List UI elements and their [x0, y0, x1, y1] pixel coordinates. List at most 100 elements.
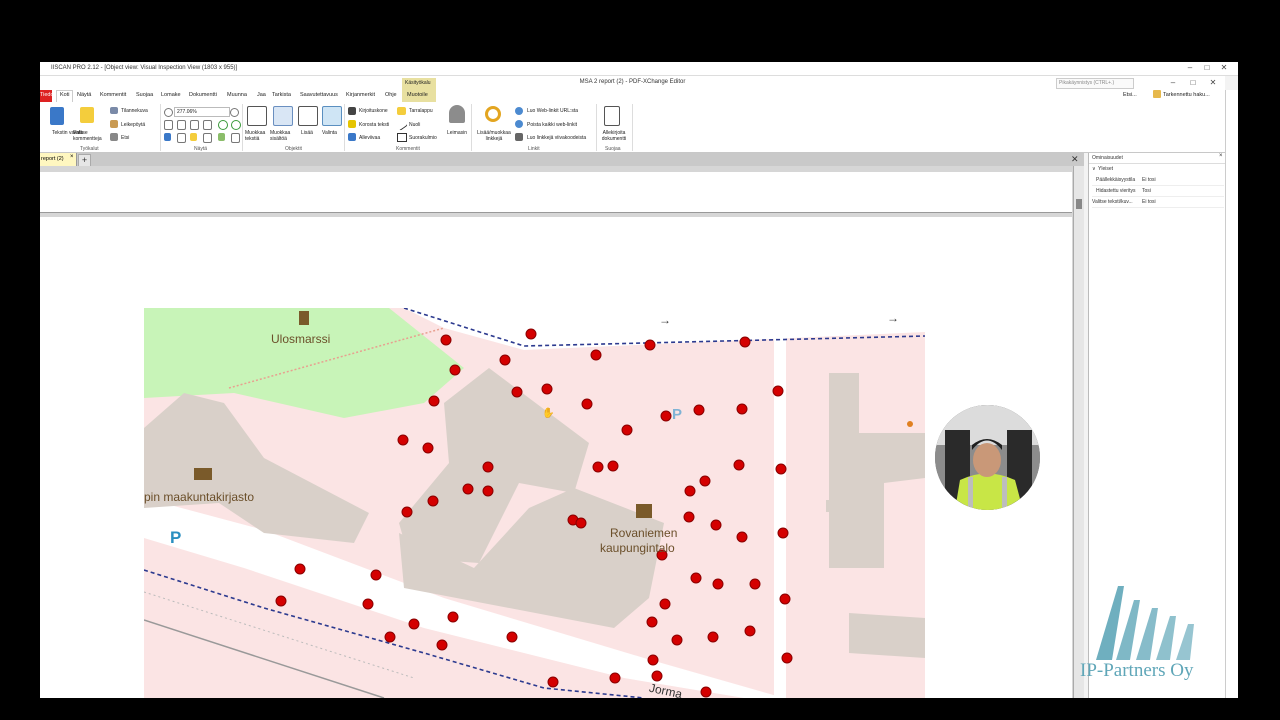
close-icon[interactable]: ✕: [1206, 78, 1220, 88]
select-object-icon[interactable]: [322, 106, 342, 126]
menu-view[interactable]: Näytä: [77, 92, 91, 98]
maximize-icon[interactable]: □: [1200, 63, 1214, 73]
bookmark-icon[interactable]: [164, 133, 171, 141]
menu-convert[interactable]: Muunna: [227, 92, 247, 98]
find-label[interactable]: Etsi: [121, 135, 129, 141]
camera-icon[interactable]: [110, 107, 118, 114]
menu-comments[interactable]: Kommentit: [100, 92, 126, 98]
close-document-icon[interactable]: ✕: [1071, 154, 1079, 165]
marker: [447, 611, 459, 623]
marker: [710, 519, 722, 531]
typewriter-icon[interactable]: [348, 107, 356, 115]
marker: [427, 495, 439, 507]
edit-content-icon[interactable]: [273, 106, 293, 126]
rectangle-label[interactable]: Suorakulmio: [409, 135, 437, 141]
property-row[interactable]: Päällekkäisyystila Ei tosi: [1092, 175, 1224, 186]
sticky-note-label[interactable]: Tarralappu: [409, 108, 433, 114]
advanced-search-link[interactable]: Tarkennettu haku...: [1163, 92, 1210, 98]
marker: [659, 598, 671, 610]
arrow-label[interactable]: Nuoli: [409, 122, 420, 128]
select-object-label[interactable]: Valinta: [322, 130, 337, 136]
menu-form[interactable]: Lomake: [161, 92, 181, 98]
typewriter-label[interactable]: Kirjoituskone: [359, 108, 388, 114]
edit-text-icon[interactable]: [247, 106, 267, 126]
find-icon[interactable]: [110, 133, 118, 141]
marker: [294, 563, 306, 575]
attachments-icon[interactable]: [218, 133, 225, 141]
property-label: Valitse teksti/kuv...: [1092, 199, 1133, 205]
property-row[interactable]: Hidastettu vieritys Tosi: [1092, 186, 1224, 197]
tab-close-icon[interactable]: ×: [70, 154, 74, 160]
marker: [499, 354, 511, 366]
add-label[interactable]: Lisää: [301, 130, 313, 136]
fit-width-icon[interactable]: [177, 120, 186, 130]
map-image[interactable]: → → Ulosmarssi pin maakuntakirjasto Rova…: [144, 308, 925, 698]
close-icon[interactable]: ✕: [1217, 63, 1231, 73]
remove-web-links-label[interactable]: Poista kaikki web-linkit: [527, 122, 577, 128]
zoom-in-icon[interactable]: [230, 108, 239, 117]
properties-icon[interactable]: [231, 133, 240, 143]
find-link[interactable]: Etsi...: [1123, 92, 1137, 98]
remove-link-icon[interactable]: [515, 120, 523, 128]
link-icon[interactable]: [485, 106, 501, 122]
group-comments-label: Kommentit: [396, 146, 420, 152]
clipboard-label[interactable]: Leikepöytä: [121, 122, 145, 128]
menu-help[interactable]: Ohje: [385, 92, 397, 98]
create-links-barcodes-label[interactable]: Luo linkkejä viivakoodeista: [527, 135, 586, 141]
stamp-label[interactable]: Leimasin: [447, 130, 467, 136]
create-web-links-label[interactable]: Luo Web-linkit URL:sta: [527, 108, 578, 114]
text-select-icon[interactable]: [50, 107, 64, 125]
marker: [449, 364, 461, 376]
sticky-note-icon[interactable]: [397, 107, 406, 115]
building: [826, 500, 842, 512]
webcam-person-image: [935, 405, 1040, 510]
layers-icon[interactable]: [203, 133, 212, 143]
actual-size-icon[interactable]: [190, 120, 199, 130]
comment-icon[interactable]: [190, 133, 197, 141]
rotate-left-icon[interactable]: [218, 120, 228, 130]
menu-share[interactable]: Jaa: [257, 92, 266, 98]
zoom-out-icon[interactable]: [164, 108, 173, 117]
menu-format[interactable]: Muotoile: [407, 92, 428, 98]
underline-label[interactable]: Alleviivaa: [359, 135, 380, 141]
panel-close-icon[interactable]: ×: [1219, 153, 1223, 159]
highlight-label[interactable]: Korosta teksti: [359, 122, 389, 128]
edit-text-label[interactable]: Muokkaa tekstiä: [245, 130, 271, 142]
property-row[interactable]: Valitse teksti/kuv... Ei tosi: [1092, 197, 1224, 208]
web-link-icon[interactable]: [515, 107, 523, 115]
highlight-icon[interactable]: [348, 120, 356, 128]
add-edit-links-label[interactable]: Lisää/muokkaa linkkejä: [474, 130, 514, 142]
maximize-icon[interactable]: □: [1186, 78, 1200, 88]
underline-icon[interactable]: [348, 133, 356, 141]
arrow-icon[interactable]: [395, 118, 408, 131]
sign-document-label[interactable]: Allekirjoita dokumentti: [598, 130, 630, 142]
comment-select-icon[interactable]: [80, 107, 94, 123]
menu-file[interactable]: Tiedosto: [40, 90, 52, 102]
minimize-icon[interactable]: –: [1166, 78, 1180, 88]
snapshot-label[interactable]: Tilannekuva: [121, 108, 148, 114]
thumbnails-icon[interactable]: [177, 133, 186, 143]
clipboard-icon[interactable]: [110, 120, 118, 128]
sign-document-icon[interactable]: [604, 106, 620, 126]
scrollbar-thumb[interactable]: [1076, 199, 1082, 209]
rectangle-icon[interactable]: [397, 133, 407, 142]
fit-page-icon[interactable]: [164, 120, 173, 130]
menu-bookmarks[interactable]: Kirjanmerkit: [346, 92, 375, 98]
menu-accessibility[interactable]: Saavutettavuus: [300, 92, 338, 98]
minimize-icon[interactable]: –: [1183, 63, 1197, 73]
rotate-right-icon[interactable]: [231, 120, 241, 130]
menu-protect[interactable]: Suojaa: [136, 92, 153, 98]
chevron-down-icon[interactable]: ∨: [1092, 166, 1096, 172]
quick-launch-search[interactable]: Pikakäynnistys (CTRL+.): [1056, 78, 1134, 89]
stamp-icon[interactable]: [449, 105, 465, 123]
menu-review[interactable]: Tarkista: [272, 92, 291, 98]
marker: [700, 686, 712, 698]
edit-content-label[interactable]: Muokkaa sisältöä: [270, 130, 298, 142]
single-page-icon[interactable]: [203, 120, 212, 130]
add-icon[interactable]: [298, 106, 318, 126]
menu-document[interactable]: Dokumentti: [189, 92, 217, 98]
comment-select-label[interactable]: Valitse kommentteja: [73, 130, 109, 142]
document-tab[interactable]: report (2) ×: [40, 153, 77, 166]
barcode-icon[interactable]: [515, 133, 523, 141]
zoom-level-field[interactable]: 277.06%: [174, 107, 230, 117]
